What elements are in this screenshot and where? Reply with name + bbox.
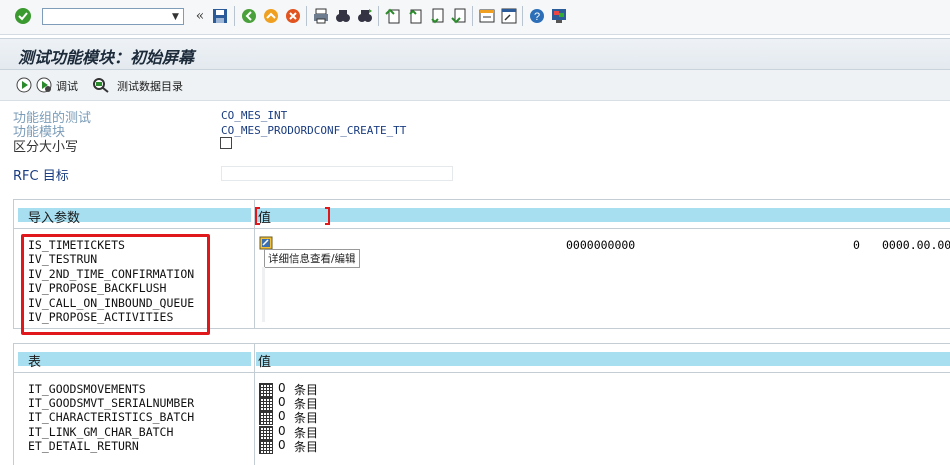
shortcut-icon[interactable] — [500, 7, 518, 25]
page-title: 测试功能模块：初始屏幕 — [18, 48, 195, 67]
case-sensitive-label: 区分大小写 — [13, 140, 79, 155]
table-grid-icon[interactable] — [259, 439, 273, 454]
print-icon[interactable] — [312, 7, 330, 25]
rfc-target-input[interactable] — [221, 166, 453, 181]
entry-count: 0 — [278, 381, 286, 395]
previous-page-icon[interactable] — [406, 7, 424, 25]
table-grid-icon[interactable] — [259, 383, 273, 397]
entry-count: 0 — [278, 409, 286, 424]
function-module-value: CO_MES_PRODORDCONF_CREATE_TT — [221, 124, 407, 137]
help-icon[interactable]: ? — [528, 7, 546, 25]
function-group-value: CO_MES_INT — [221, 109, 288, 122]
cancel-icon[interactable] — [284, 7, 302, 25]
value-field-3[interactable]: 0000.00.00 — [882, 238, 950, 252]
application-toolbar: 调试 测试数据目录 — [0, 70, 950, 101]
rfc-target-label: RFC 目标 — [13, 169, 69, 184]
entry-count: 0 — [278, 423, 286, 438]
entry-unit: 条目 — [294, 439, 319, 454]
value-column-scroll-strip — [262, 267, 265, 322]
entry-count: 0 — [278, 395, 286, 410]
table-value-header-band — [256, 352, 950, 366]
table-grid-icon[interactable] — [259, 411, 273, 426]
table-column-header: 表 — [28, 355, 42, 370]
customize-layout-icon[interactable] — [550, 7, 568, 25]
system-toolbar: ▼ « ? — [0, 0, 950, 35]
table-name[interactable]: IT_GOODSMVT_SERIALNUMBER — [28, 396, 194, 410]
table-name[interactable]: ET_DETAIL_RETURN — [28, 439, 139, 453]
detail-tooltip: 详细信息查看/编辑 — [264, 249, 360, 268]
save-icon[interactable] — [211, 7, 229, 25]
svg-text:?: ? — [534, 11, 540, 23]
table-header-band — [18, 352, 251, 366]
next-page-icon[interactable] — [428, 7, 446, 25]
last-page-icon[interactable] — [450, 7, 468, 25]
value-field-1[interactable]: 0000000000 — [566, 238, 635, 252]
debug-icon[interactable] — [36, 77, 52, 96]
command-field[interactable]: ▼ — [42, 8, 184, 25]
test-data-directory-button-label[interactable]: 测试数据目录 — [117, 78, 183, 94]
value-header-band — [256, 208, 950, 222]
enter-check-icon[interactable] — [14, 7, 32, 25]
table-name[interactable]: IT_CHARACTERISTICS_BATCH — [28, 410, 194, 424]
execute-icon[interactable] — [16, 77, 32, 96]
title-bar: 测试功能模块：初始屏幕 — [0, 38, 950, 70]
find-next-icon[interactable] — [356, 7, 374, 25]
nav-back-double-icon[interactable]: « — [191, 7, 209, 25]
entry-count: 0 — [278, 437, 286, 452]
tables-section: 表 值 IT_GOODSMOVEMENTS 0 条目 IT_GOODSMVT_SERI… — [13, 343, 950, 465]
table-name[interactable]: IT_GOODSMOVEMENTS — [28, 382, 146, 396]
debug-button-label[interactable]: 调试 — [56, 78, 78, 94]
table-value-column-header: 值 — [258, 355, 272, 370]
table-name[interactable]: IT_LINK_GM_CHAR_BATCH — [28, 425, 173, 439]
exit-icon[interactable] — [262, 7, 280, 25]
find-icon[interactable] — [334, 7, 352, 25]
dropdown-arrow-icon[interactable]: ▼ — [169, 10, 182, 23]
test-data-directory-icon[interactable] — [92, 77, 110, 96]
import-param-column-header: 导入参数 — [28, 211, 81, 226]
case-sensitive-checkbox[interactable] — [220, 137, 232, 149]
selection-bracket-left — [255, 207, 260, 225]
create-session-icon[interactable] — [478, 7, 496, 25]
selection-bracket-right — [325, 207, 330, 225]
table-grid-icon[interactable] — [259, 425, 273, 440]
back-icon[interactable] — [240, 7, 258, 25]
first-page-icon[interactable] — [384, 7, 402, 25]
value-field-2[interactable]: 0 — [853, 238, 860, 252]
highlight-box — [21, 234, 210, 335]
table-grid-icon[interactable] — [259, 397, 273, 412]
